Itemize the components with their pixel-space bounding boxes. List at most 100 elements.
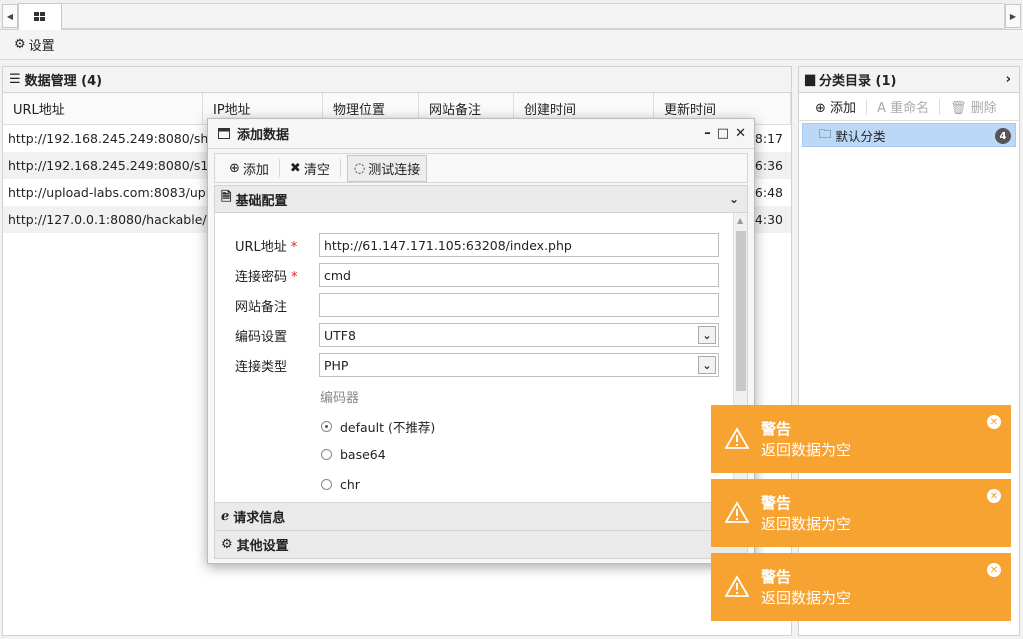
category-panel-title: 分类目录 (1)	[819, 74, 897, 89]
type-row: 连接类型 PHP ⌄	[235, 353, 745, 377]
category-delete-button[interactable]: 🗑 删除	[950, 97, 997, 116]
add-data-dialog: 添加数据 – □ ✕ ⊕ 添加 ✖ 清空 ◌ 测试连接 🗎 基础配置 ⌄ URL地址 *…	[207, 118, 755, 564]
encoder-option-label: base64	[340, 447, 386, 462]
row-url: http://192.168.245.249:8080/s1/1	[8, 158, 213, 173]
plus-circle-icon: ⊕	[229, 160, 240, 176]
gears-icon: ⚙	[221, 537, 233, 552]
basic-config-section-header[interactable]: 🗎 基础配置 ⌄	[214, 185, 748, 213]
category-rename-button[interactable]: A 重命名	[877, 97, 929, 116]
other-settings-section-header[interactable]: ⚙ 其他设置	[214, 531, 748, 559]
dialog-title: 添加数据	[237, 128, 290, 143]
spinner-icon: ◌	[353, 160, 366, 176]
encoder-radio-default[interactable]: default (不推荐)	[321, 417, 435, 436]
toast-title: 警告	[761, 420, 792, 438]
plus-circle-icon: ⊕	[815, 101, 826, 116]
radio-selected-icon	[321, 421, 332, 432]
type-select[interactable]: PHP ⌄	[319, 353, 719, 377]
radio-icon	[321, 449, 332, 460]
warning-icon	[725, 575, 749, 597]
dialog-add-button[interactable]: ⊕ 添加	[225, 157, 273, 180]
encoder-radio-base64[interactable]: base64	[321, 447, 386, 462]
main-toolbar: ⚙ 设置	[0, 30, 1023, 60]
password-label: 连接密码 *	[235, 269, 298, 285]
dialog-toolbar: ⊕ 添加 ✖ 清空 ◌ 测试连接	[214, 153, 748, 183]
row-url: http://upload-labs.com:8083/uplo	[8, 185, 213, 200]
category-add-button[interactable]: ⊕ 添加	[815, 97, 856, 116]
gear-icon: ⚙	[14, 37, 26, 52]
tab-strip: ◀ ▶	[0, 0, 1023, 30]
window-controls: – □ ✕	[704, 126, 746, 141]
type-value: PHP	[324, 357, 349, 373]
minimize-icon[interactable]: –	[704, 126, 711, 141]
close-icon[interactable]: ✕	[735, 126, 746, 141]
toast-message: 返回数据为空	[761, 515, 852, 533]
close-icon[interactable]: ✕	[987, 489, 1001, 503]
category-add-label: 添加	[830, 101, 857, 116]
grid-icon	[34, 12, 45, 21]
warning-toast: 警告 返回数据为空 ✕	[711, 479, 1011, 547]
encoder-option-label: default (不推荐)	[340, 420, 436, 435]
category-toolbar: ⊕ 添加 A 重命名 🗑 删除	[799, 93, 1019, 121]
scrollbar-thumb[interactable]	[736, 231, 746, 391]
category-rename-label: 重命名	[890, 101, 930, 116]
radio-icon	[321, 479, 332, 490]
tab-strip-empty	[62, 3, 1005, 29]
warning-icon	[725, 427, 749, 449]
close-icon[interactable]: ✕	[987, 563, 1001, 577]
folder-icon: ▆	[805, 72, 815, 87]
test-connection-button[interactable]: ◌ 测试连接	[346, 154, 428, 182]
tab-home[interactable]	[18, 3, 62, 30]
password-row: 连接密码 * cmd	[235, 263, 745, 287]
dialog-clear-label: 清空	[303, 162, 330, 178]
url-input[interactable]: http://61.147.171.105:63208/index.php	[319, 233, 719, 257]
separator	[339, 159, 341, 177]
test-connection-label: 测试连接	[368, 162, 421, 178]
maximize-icon[interactable]: □	[717, 126, 729, 141]
encoding-value: UTF8	[324, 327, 356, 343]
encoder-label: 编码器	[320, 391, 360, 406]
encoding-label: 编码设置	[235, 329, 288, 345]
data-panel-title: 数据管理 (4)	[24, 74, 103, 89]
note-label: 网站备注	[235, 299, 288, 315]
category-item-default[interactable]: 🗀 默认分类 4	[802, 123, 1016, 147]
encoder-option-label: chr	[340, 477, 360, 492]
ie-icon: ℯ	[221, 509, 230, 524]
request-info-section-header[interactable]: ℯ 请求信息	[214, 503, 748, 531]
encoder-radio-chr[interactable]: chr	[321, 477, 360, 492]
folder-open-icon: 🗀	[819, 125, 832, 141]
settings-button[interactable]: ⚙ 设置	[14, 35, 55, 54]
category-panel: ▆ 分类目录 (1) › ⊕ 添加 A 重命名 🗑 删除 🗀 默认分类 4	[798, 66, 1020, 636]
x-icon: ✖	[289, 160, 301, 176]
category-name: 默认分类	[835, 128, 886, 144]
toast-title: 警告	[761, 494, 792, 512]
warning-toast: 警告 返回数据为空 ✕	[711, 405, 1011, 473]
chevron-down-icon: ⌄	[698, 326, 716, 344]
separator	[278, 159, 280, 177]
close-icon[interactable]: ✕	[987, 415, 1001, 429]
count-badge: 4	[995, 128, 1011, 144]
request-info-title: 请求信息	[233, 511, 286, 526]
row-url: http://192.168.245.249:8080/shel	[8, 131, 213, 146]
chevron-right-icon[interactable]: ›	[1006, 72, 1011, 87]
encoding-row: 编码设置 UTF8 ⌄	[235, 323, 745, 347]
chevron-down-icon: ⌄	[728, 192, 739, 206]
url-label: URL地址 *	[235, 239, 298, 255]
toast-message: 返回数据为空	[761, 589, 852, 607]
tab-scroll-right-button[interactable]: ▶	[1005, 4, 1021, 28]
trash-icon: 🗑	[950, 101, 967, 116]
scroll-up-icon[interactable]: ▲	[737, 216, 743, 225]
tab-scroll-left-button[interactable]: ◀	[2, 4, 18, 28]
toast-message: 返回数据为空	[761, 441, 852, 459]
encoding-select[interactable]: UTF8 ⌄	[319, 323, 719, 347]
warning-toast: 警告 返回数据为空 ✕	[711, 553, 1011, 621]
note-input[interactable]	[319, 293, 719, 317]
toast-title: 警告	[761, 568, 792, 586]
dialog-title-bar[interactable]: 添加数据	[208, 119, 754, 149]
data-panel-header: ☰ 数据管理 (4)	[3, 67, 791, 93]
password-input[interactable]: cmd	[319, 263, 719, 287]
settings-label: 设置	[28, 39, 55, 54]
column-header-url[interactable]: URL地址	[3, 93, 203, 124]
row-url: http://127.0.0.1:8080/hackable/up	[8, 212, 213, 227]
dialog-clear-button[interactable]: ✖ 清空	[286, 157, 334, 180]
category-panel-header: ▆ 分类目录 (1) ›	[799, 67, 1019, 93]
